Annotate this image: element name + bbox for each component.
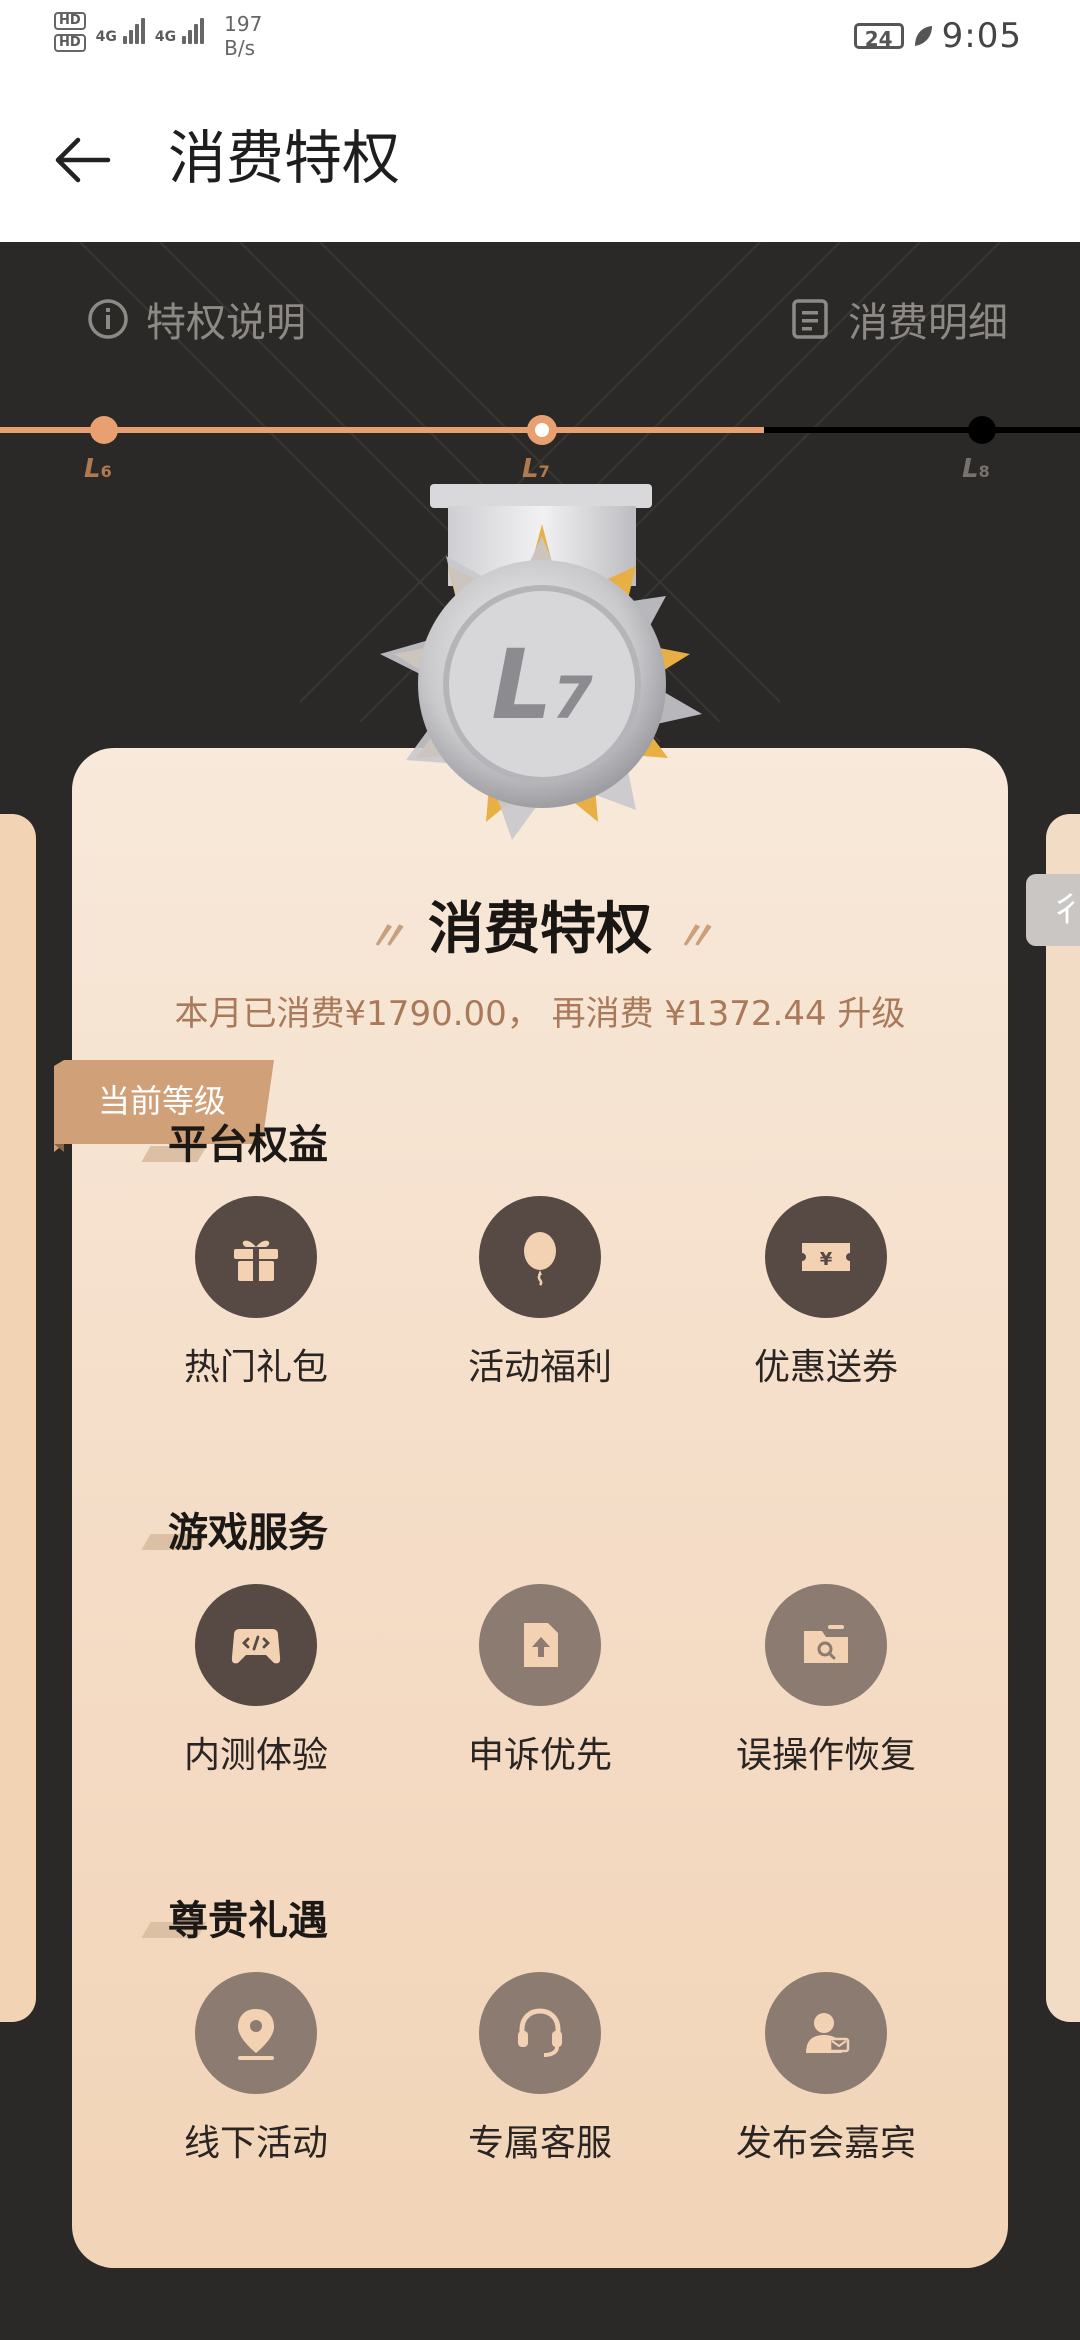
clock: 9:05 bbox=[941, 16, 1022, 56]
status-left: HD HD 4G 4G 197 B/s bbox=[54, 12, 262, 60]
guest-pass-icon bbox=[765, 1972, 887, 2094]
folder-search-icon bbox=[765, 1584, 887, 1706]
svg-text:¥: ¥ bbox=[820, 1249, 833, 1270]
benefit-label: 优惠送券 bbox=[753, 1347, 898, 1388]
level-node-7[interactable] bbox=[522, 410, 562, 450]
card-headline: 〃消费特权〃 bbox=[0, 884, 1080, 965]
benefit-appeal-priority[interactable]: 申诉优先 bbox=[420, 1584, 660, 1778]
leaf-icon bbox=[914, 26, 932, 46]
signal-icon: 4G bbox=[96, 18, 145, 44]
balloon-icon bbox=[479, 1196, 601, 1318]
benefit-hot-gift[interactable]: 热门礼包 bbox=[136, 1196, 376, 1390]
card-headline-text: 消费特权 bbox=[428, 897, 652, 962]
spending-detail-label: 消费明细 bbox=[848, 300, 1008, 346]
network-type: 4G bbox=[154, 29, 177, 45]
document-list-icon bbox=[792, 299, 828, 339]
benefit-offline-event[interactable]: 线下活动 bbox=[136, 1972, 376, 2166]
battery-icon: 24 bbox=[853, 23, 904, 51]
benefit-event-welfare[interactable]: 活动福利 bbox=[420, 1196, 660, 1390]
benefit-misoperation-recovery[interactable]: 误操作恢复 bbox=[706, 1584, 946, 1778]
status-right: 24 9:05 bbox=[853, 16, 1022, 56]
spending-detail-link[interactable]: 消费明细 bbox=[788, 290, 1008, 348]
appeal-document-icon bbox=[479, 1584, 601, 1706]
benefit-exclusive-service[interactable]: 专属客服 bbox=[420, 1972, 660, 2166]
network-speed-unit: B/s bbox=[224, 36, 256, 60]
app-bar: 消费特权 bbox=[0, 76, 1080, 242]
coupon-icon: ¥ bbox=[765, 1196, 887, 1318]
benefit-beta-test[interactable]: 内测体验 bbox=[136, 1584, 376, 1778]
level-node-8[interactable] bbox=[962, 410, 1002, 450]
benefit-label: 申诉优先 bbox=[467, 1735, 612, 1776]
benefit-label: 误操作恢复 bbox=[735, 1735, 916, 1776]
privilege-info-label: 特权说明 bbox=[146, 300, 306, 346]
spending-progress-text: 本月已消费¥1790.00， 再消费 ¥1372.44 升级 bbox=[174, 994, 906, 1034]
location-pin-icon bbox=[195, 1972, 317, 2094]
level-node-6[interactable] bbox=[84, 410, 124, 450]
hd-indicators: HD HD bbox=[54, 12, 86, 52]
benefit-label: 线下活动 bbox=[183, 2123, 328, 2164]
section-title-honor: 尊贵礼遇 bbox=[168, 1898, 328, 1944]
benefit-coupon[interactable]: ¥ 优惠送券 bbox=[706, 1196, 946, 1390]
benefit-launch-guest[interactable]: 发布会嘉宾 bbox=[706, 1972, 946, 2166]
network-speed-value: 197 bbox=[224, 12, 263, 36]
gift-icon bbox=[195, 1196, 317, 1318]
benefit-label: 专属客服 bbox=[467, 2123, 612, 2164]
info-icon bbox=[88, 299, 128, 339]
hd-icon: HD bbox=[54, 12, 86, 30]
back-arrow-icon[interactable] bbox=[50, 128, 114, 192]
section-title-platform: 平台权益 bbox=[168, 1122, 328, 1168]
network-speed: 197 B/s bbox=[224, 12, 262, 60]
benefit-label: 热门礼包 bbox=[183, 1347, 328, 1388]
benefit-label: 活动福利 bbox=[467, 1347, 612, 1388]
level-label-8: L8 bbox=[962, 454, 990, 484]
privilege-info-link[interactable]: 特权说明 bbox=[86, 290, 306, 348]
page-title: 消费特权 bbox=[168, 124, 401, 192]
benefit-label: 内测体验 bbox=[183, 1735, 328, 1776]
network-type: 4G bbox=[95, 29, 117, 45]
signal-icon: 4G bbox=[154, 18, 205, 45]
level-medal-icon: L7 bbox=[380, 484, 702, 840]
gamepad-code-icon bbox=[195, 1584, 317, 1706]
quote-mark: 〃 bbox=[366, 913, 406, 960]
quote-mark: 〃 bbox=[674, 913, 714, 960]
section-title-game: 游戏服务 bbox=[168, 1510, 328, 1556]
status-bar: HD HD 4G 4G 197 B/s 24 9:05 bbox=[0, 0, 1080, 76]
level-label-6: L6 bbox=[84, 454, 112, 484]
benefit-label: 发布会嘉宾 bbox=[735, 2123, 916, 2164]
headset-icon bbox=[479, 1972, 601, 2094]
hd-icon: HD bbox=[54, 34, 86, 52]
